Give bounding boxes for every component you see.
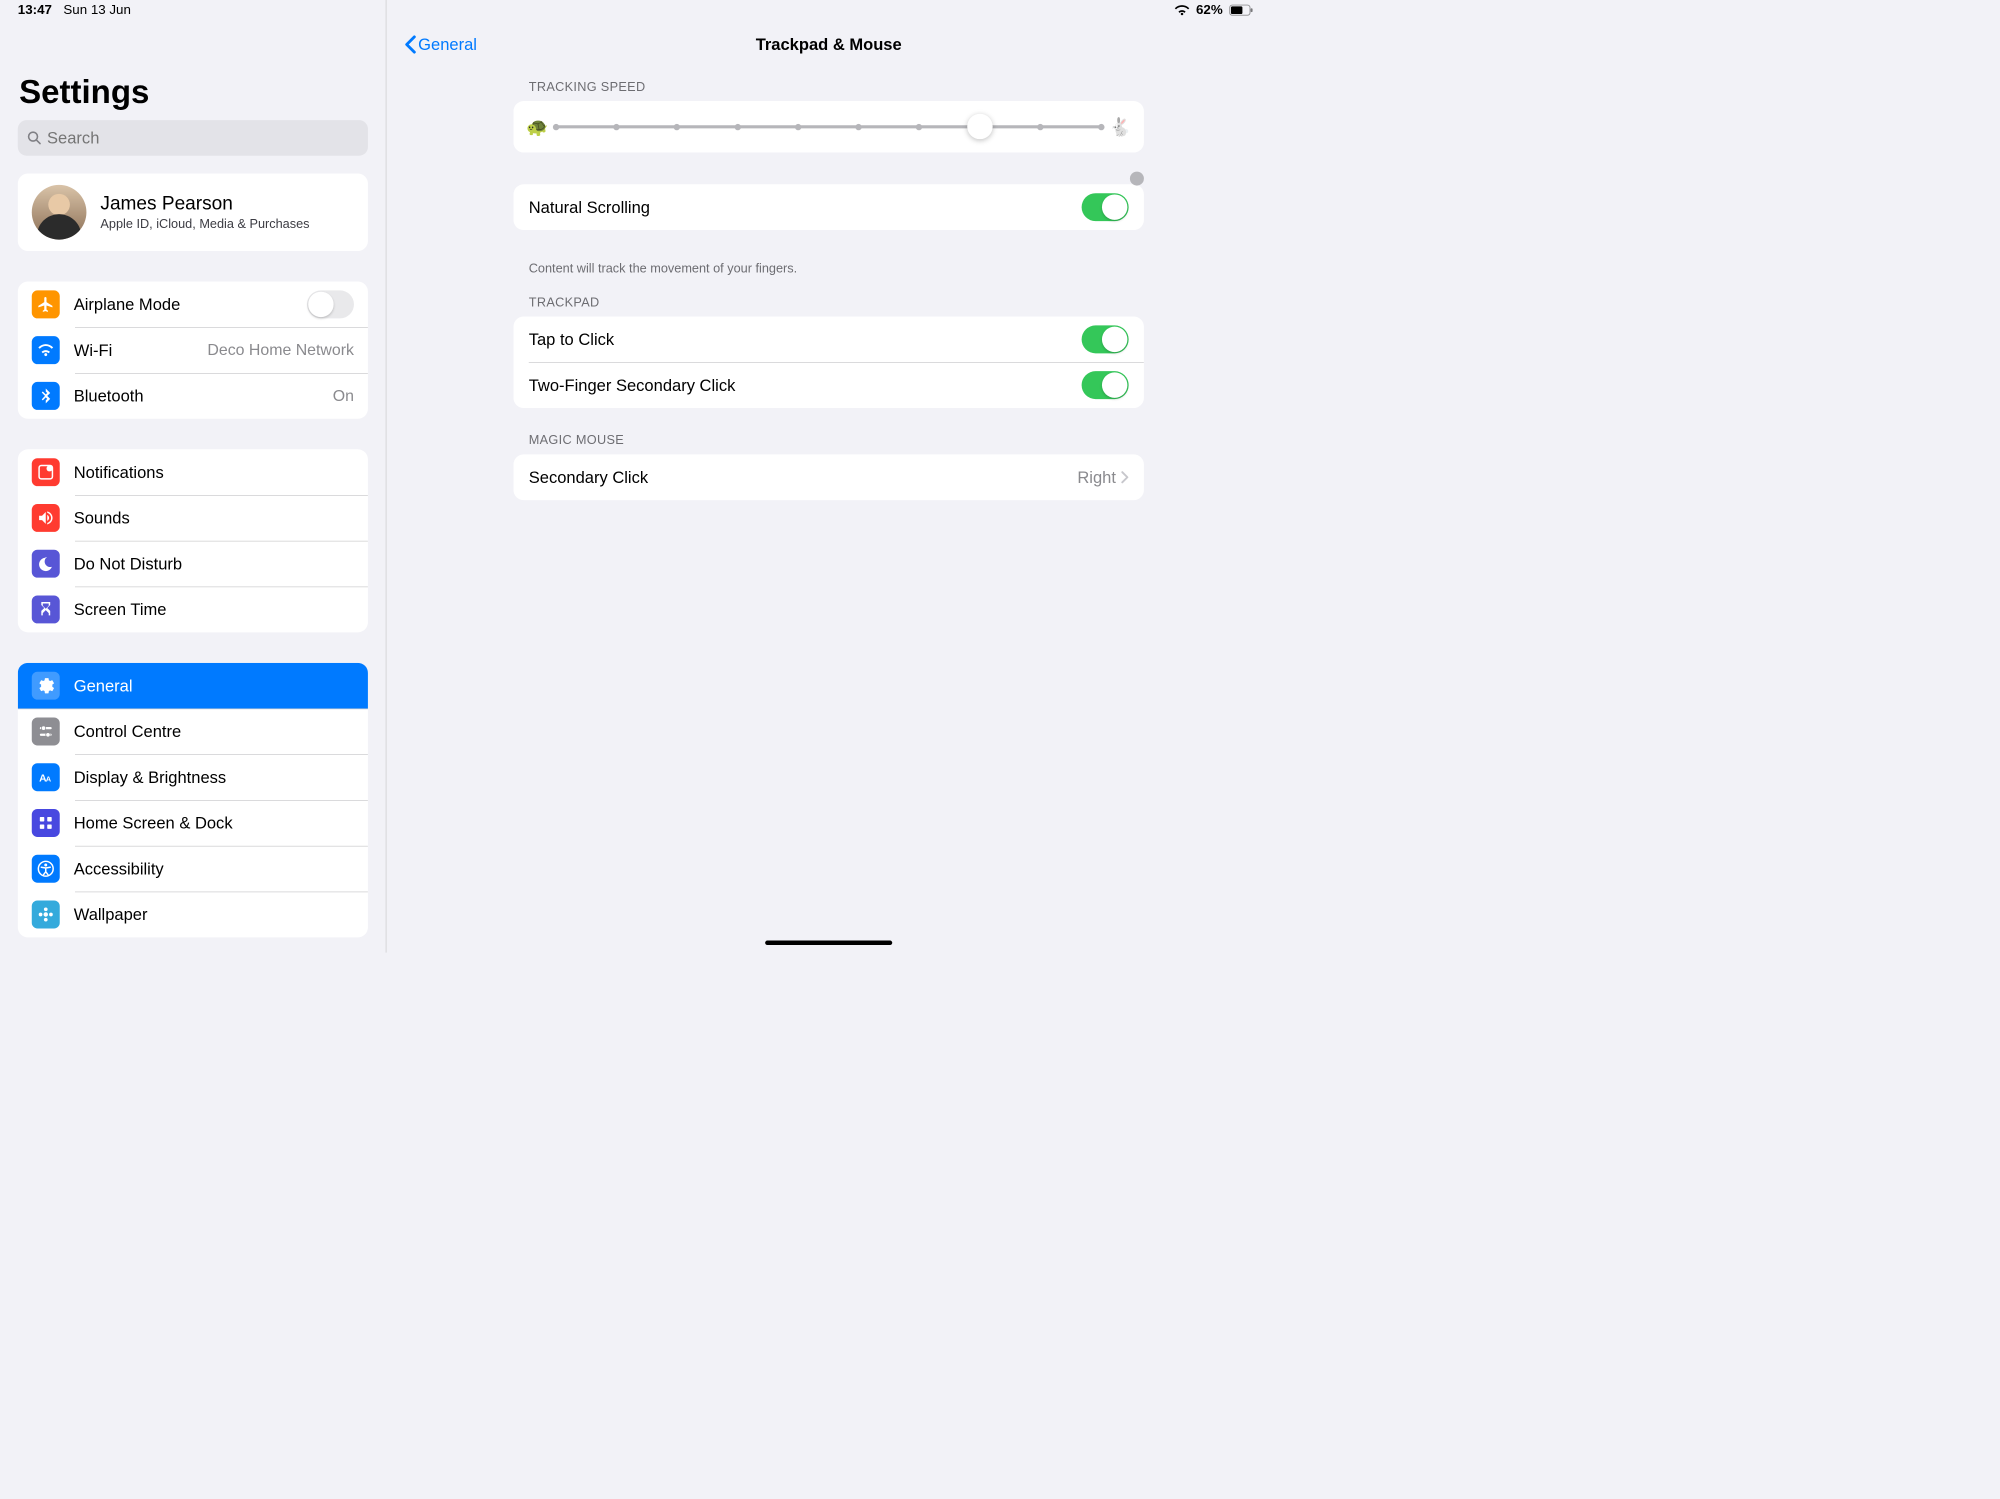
- slider-thumb[interactable]: [967, 114, 992, 139]
- sidebar: Settings James Pearson Apple ID, iCloud,…: [0, 0, 386, 953]
- sliders-icon: [32, 717, 60, 745]
- row-label: Natural Scrolling: [529, 197, 1082, 217]
- bluetooth-icon: [32, 382, 60, 410]
- chevron-right-icon: [1121, 471, 1129, 484]
- gear-icon: [32, 672, 60, 700]
- tap-to-click-row[interactable]: Tap to Click: [513, 316, 1143, 362]
- notifications-icon: [32, 458, 60, 486]
- sounds-icon: [32, 504, 60, 532]
- sidebar-item-label: Display & Brightness: [74, 767, 354, 787]
- sidebar-item-label: Accessibility: [74, 859, 354, 879]
- sidebar-item-wifi[interactable]: Wi-Fi Deco Home Network: [18, 327, 368, 373]
- status-date: Sun 13 Jun: [63, 3, 131, 18]
- tap-to-click-toggle[interactable]: [1082, 325, 1129, 353]
- avatar: [32, 185, 87, 240]
- row-label: Secondary Click: [529, 467, 1078, 487]
- sidebar-item-label: Bluetooth: [74, 386, 333, 406]
- row-label: Two-Finger Secondary Click: [529, 375, 1082, 395]
- sidebar-item-label: Wi-Fi: [74, 340, 208, 360]
- sidebar-item-accessibility[interactable]: Accessibility: [18, 846, 368, 892]
- airplane-toggle[interactable]: [307, 290, 354, 318]
- wifi-icon: [32, 336, 60, 364]
- airplane-icon: [32, 290, 60, 318]
- row-label: Tap to Click: [529, 330, 1082, 350]
- sidebar-item-label: Sounds: [74, 508, 354, 528]
- sidebar-item-screentime[interactable]: Screen Time: [18, 587, 368, 633]
- sidebar-item-label: Do Not Disturb: [74, 554, 354, 574]
- sidebar-item-notifications[interactable]: Notifications: [18, 449, 368, 495]
- sidebar-item-label: General: [74, 676, 354, 696]
- section-header-tracking: TRACKING SPEED: [513, 80, 1143, 101]
- chevron-left-icon: [404, 35, 417, 54]
- profile-row[interactable]: James Pearson Apple ID, iCloud, Media & …: [18, 173, 368, 251]
- main-content: General Trackpad & Mouse TRACKING SPEED …: [386, 0, 1271, 953]
- tracking-speed-slider[interactable]: 🐢 🐇: [513, 101, 1143, 152]
- profile-name: James Pearson: [100, 193, 309, 215]
- detail-title: Trackpad & Mouse: [756, 35, 902, 55]
- slider-track[interactable]: [556, 125, 1101, 128]
- back-button[interactable]: General: [404, 35, 477, 55]
- sidebar-item-bluetooth[interactable]: Bluetooth On: [18, 373, 368, 419]
- sidebar-item-home[interactable]: Home Screen & Dock: [18, 800, 368, 846]
- sidebar-item-label: Control Centre: [74, 722, 354, 742]
- sidebar-item-sounds[interactable]: Sounds: [18, 495, 368, 541]
- section-header-trackpad: TRACKPAD: [513, 296, 1143, 317]
- sidebar-item-label: Screen Time: [74, 600, 354, 620]
- grid-icon: [32, 809, 60, 837]
- sidebar-item-value: On: [333, 387, 354, 405]
- turtle-icon: 🐢: [526, 116, 548, 137]
- natural-scrolling-row[interactable]: Natural Scrolling: [513, 184, 1143, 230]
- text-size-icon: AA: [32, 763, 60, 791]
- sidebar-item-label: Home Screen & Dock: [74, 813, 354, 833]
- two-finger-toggle[interactable]: [1082, 371, 1129, 399]
- sidebar-item-label: Notifications: [74, 462, 354, 482]
- row-value: Right: [1077, 467, 1116, 487]
- secondary-click-row[interactable]: Secondary Click Right: [513, 454, 1143, 500]
- flower-icon: [32, 901, 60, 929]
- natural-scrolling-toggle[interactable]: [1082, 193, 1129, 221]
- search-bar[interactable]: [18, 120, 368, 156]
- back-label: General: [418, 35, 477, 55]
- sidebar-item-general[interactable]: General: [18, 663, 368, 709]
- sidebar-item-dnd[interactable]: Do Not Disturb: [18, 541, 368, 587]
- svg-text:A: A: [46, 775, 52, 784]
- sidebar-item-wallpaper[interactable]: Wallpaper: [18, 892, 368, 938]
- accessibility-icon: [32, 855, 60, 883]
- search-icon: [27, 130, 42, 145]
- hourglass-icon: [32, 595, 60, 623]
- status-time: 13:47: [18, 3, 52, 18]
- sidebar-item-label: Wallpaper: [74, 905, 354, 925]
- profile-subtitle: Apple ID, iCloud, Media & Purchases: [100, 217, 309, 232]
- section-header-magic: MAGIC MOUSE: [513, 433, 1143, 454]
- rabbit-icon: 🐇: [1109, 116, 1131, 137]
- search-input[interactable]: [47, 128, 359, 148]
- page-title: Settings: [18, 73, 368, 111]
- sidebar-item-label: Airplane Mode: [74, 295, 307, 315]
- sidebar-item-value: Deco Home Network: [207, 341, 354, 359]
- sidebar-item-control[interactable]: Control Centre: [18, 709, 368, 755]
- moon-icon: [32, 550, 60, 578]
- two-finger-row[interactable]: Two-Finger Secondary Click: [513, 362, 1143, 408]
- home-indicator[interactable]: [765, 941, 892, 945]
- section-footer-natural: Content will track the movement of your …: [513, 255, 1143, 276]
- sidebar-item-display[interactable]: AA Display & Brightness: [18, 754, 368, 800]
- sidebar-item-airplane[interactable]: Airplane Mode: [18, 282, 368, 328]
